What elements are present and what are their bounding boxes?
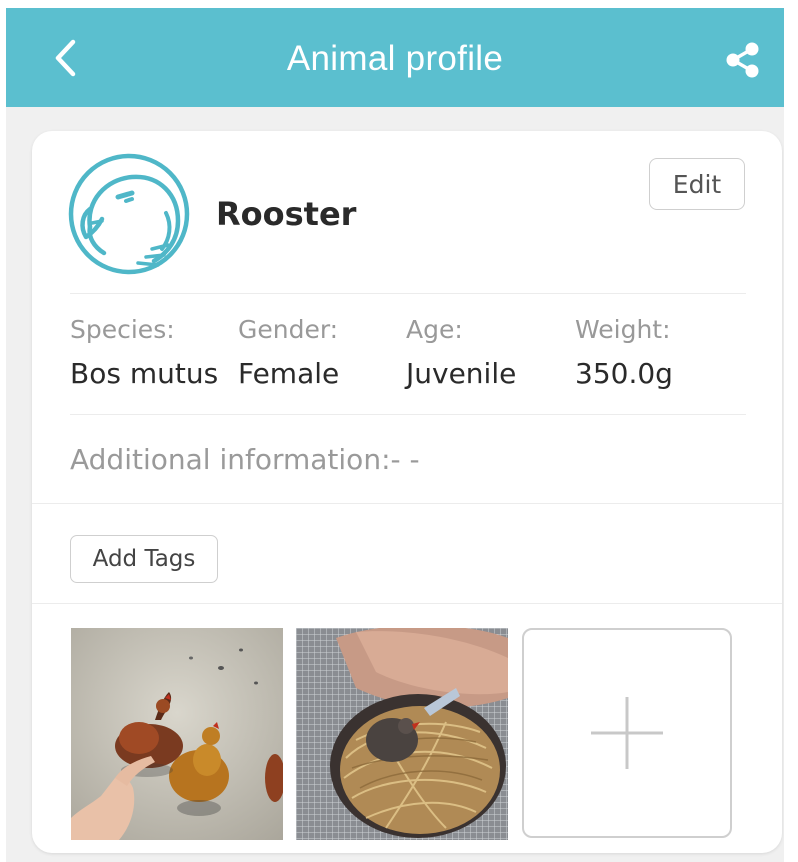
divider bbox=[70, 293, 746, 294]
photo-thumbnail[interactable] bbox=[296, 628, 508, 840]
weight-field: Weight: 350.0g bbox=[575, 315, 673, 390]
species-value: Bos mutus bbox=[70, 357, 219, 390]
profile-card: Rooster Edit Species: Bos mutus Gender: … bbox=[32, 131, 782, 853]
divider bbox=[32, 503, 782, 504]
add-photo-button[interactable] bbox=[522, 628, 732, 838]
add-tags-button[interactable]: Add Tags bbox=[70, 535, 218, 583]
nest-photo bbox=[296, 628, 508, 840]
additional-information: Additional information:- - bbox=[70, 443, 420, 476]
gender-field: Gender: Female bbox=[238, 315, 339, 390]
chickens-photo bbox=[71, 628, 283, 840]
animal-name: Rooster bbox=[216, 195, 357, 233]
back-button[interactable] bbox=[46, 36, 86, 80]
species-field: Species: Bos mutus bbox=[70, 315, 218, 390]
share-icon bbox=[726, 42, 759, 78]
edit-button[interactable]: Edit bbox=[649, 158, 745, 210]
share-button[interactable] bbox=[720, 38, 766, 82]
photo-thumbnail[interactable] bbox=[71, 628, 283, 840]
divider bbox=[70, 414, 746, 415]
divider bbox=[32, 603, 782, 604]
top-bar: Animal profile bbox=[6, 8, 784, 107]
gender-label: Gender: bbox=[238, 315, 339, 344]
chevron-left-icon bbox=[55, 39, 76, 77]
gender-value: Female bbox=[238, 357, 340, 390]
page-title: Animal profile bbox=[286, 39, 504, 78]
bird-icon bbox=[68, 153, 190, 275]
weight-label: Weight: bbox=[575, 315, 671, 344]
app-screen: Animal profile Rooster Edit Species: Bos… bbox=[6, 8, 784, 862]
weight-value: 350.0g bbox=[575, 357, 673, 390]
age-label: Age: bbox=[406, 315, 463, 344]
species-label: Species: bbox=[70, 315, 175, 344]
age-field: Age: Juvenile bbox=[406, 315, 516, 390]
plus-icon bbox=[591, 697, 663, 769]
age-value: Juvenile bbox=[406, 357, 517, 390]
